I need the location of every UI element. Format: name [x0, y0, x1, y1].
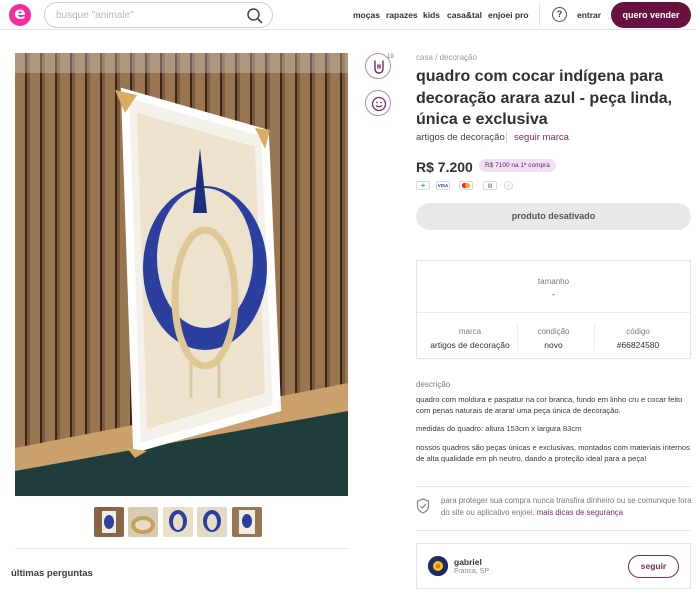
details-divider-1: [517, 324, 518, 350]
seller-name[interactable]: gabriel: [454, 557, 482, 567]
help-icon[interactable]: ?: [552, 7, 567, 22]
safety-notice: para proteger sua compra nunca transfira…: [441, 495, 693, 519]
product-photo[interactable]: [15, 53, 348, 496]
rock-hand-icon: [374, 60, 384, 74]
mastercard-icon: [459, 181, 473, 190]
section-divider: [15, 548, 348, 549]
shield-icon: [416, 498, 430, 514]
follow-seller-button[interactable]: seguir: [628, 555, 679, 578]
boleto-icon: |||: [483, 181, 497, 190]
seller-card: gabriel Franca, SP seguir: [416, 543, 691, 589]
size-value: -: [552, 289, 555, 299]
thumbnail-2[interactable]: [128, 507, 158, 537]
seller-avatar[interactable]: [428, 556, 448, 576]
thumbnail-1[interactable]: [94, 507, 124, 537]
search-icon[interactable]: [246, 7, 264, 25]
category-link[interactable]: artigos de decoração: [416, 132, 505, 143]
description-label: descrição: [416, 380, 451, 389]
thumbnail-4[interactable]: [197, 507, 227, 537]
description-paragraph-1: quadro com moldura e paspatur na cor bra…: [416, 395, 683, 415]
size-label: tamanho: [537, 277, 570, 286]
category-divider: [506, 131, 507, 143]
info-icon[interactable]: i: [504, 181, 513, 190]
details-divider: [417, 312, 690, 313]
nav-casa-tal[interactable]: casa&tal: [447, 10, 482, 20]
code-label: código: [626, 327, 650, 336]
seller-location: Franca, SP: [454, 568, 490, 575]
nav-rapazes[interactable]: rapazes: [386, 10, 418, 20]
brand-value[interactable]: artigos de decoração: [425, 340, 515, 350]
search-input[interactable]: [56, 8, 236, 23]
enjoei-logo[interactable]: e: [9, 4, 31, 26]
search-bar[interactable]: [44, 2, 273, 28]
nav-enjoei-pro[interactable]: enjoei pro: [488, 10, 529, 20]
thumbnail-5[interactable]: [232, 507, 262, 537]
like-count: 19: [387, 54, 394, 60]
header-divider: [539, 3, 540, 27]
safety-tips-link[interactable]: mais dicas de segurança: [537, 508, 623, 517]
smile-chat-icon: [371, 96, 387, 112]
description-paragraph-3: nossos quadros são peças únicas e exclus…: [416, 443, 690, 463]
pix-icon: ✚: [416, 181, 430, 190]
price: R$ 7.200: [416, 159, 473, 175]
login-link[interactable]: entrar: [577, 10, 601, 20]
chat-button[interactable]: [365, 90, 391, 116]
description-paragraph-2: medidas do quadro: altura 153cm x largur…: [416, 424, 582, 433]
top-bar: e moças rapazes kids casa&tal enjoei pro…: [0, 0, 696, 30]
nav-kids[interactable]: kids: [423, 10, 440, 20]
follow-brand-link[interactable]: seguir marca: [514, 132, 569, 143]
pix-promo-badge: R$ 7100 na 1ª compra: [479, 159, 556, 172]
section-divider: [416, 530, 691, 531]
condition-value: novo: [544, 340, 563, 350]
nav-mocas[interactable]: moças: [353, 10, 380, 20]
visa-icon: VISA: [436, 181, 450, 190]
sell-button[interactable]: quero vender: [611, 2, 691, 28]
questions-heading: últimas perguntas: [11, 568, 93, 579]
section-divider: [416, 486, 691, 487]
product-details-box: tamanho - marca artigos de decoração con…: [416, 260, 691, 359]
brand-label: marca: [458, 327, 482, 336]
condition-label: condição: [537, 327, 570, 336]
product-title: quadro com cocar indígena para decoração…: [416, 68, 673, 128]
thumbnail-3[interactable]: [163, 507, 193, 537]
product-disabled-button: produto desativado: [416, 203, 691, 230]
code-value: #66824580: [616, 340, 660, 350]
breadcrumb[interactable]: casa / decoração: [416, 53, 477, 62]
